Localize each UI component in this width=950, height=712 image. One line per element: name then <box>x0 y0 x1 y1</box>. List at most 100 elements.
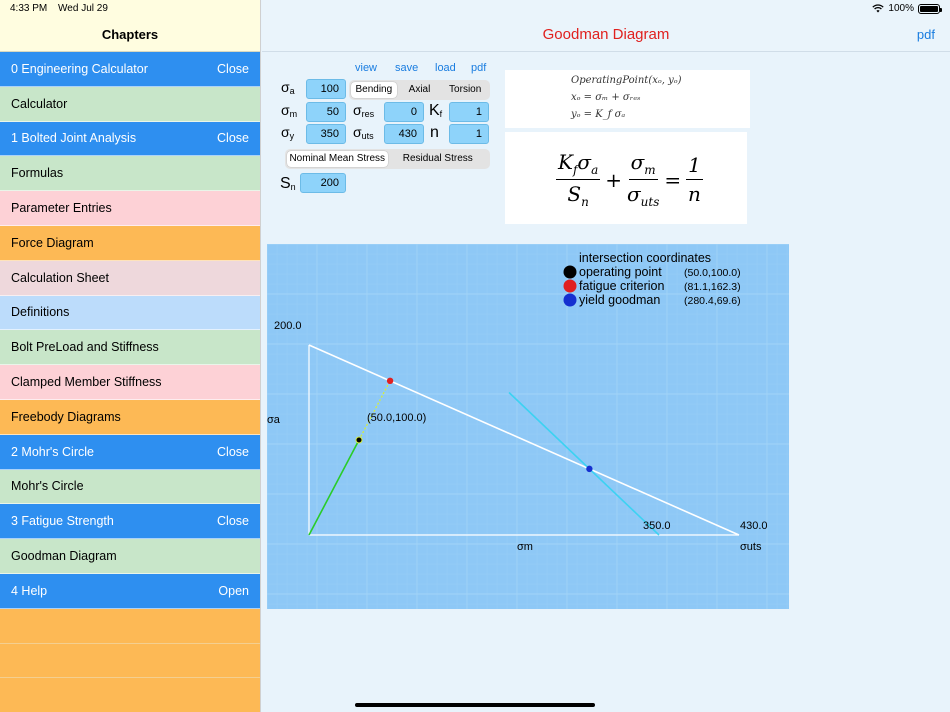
legend-coords-fatigue-criterion: (81.1,162.3) <box>684 281 741 293</box>
chapter-item-bolt-preload[interactable]: Bolt PreLoad and Stiffness <box>0 330 260 366</box>
collapse-button[interactable]: Close <box>217 131 249 145</box>
eq-symbol: σ <box>626 182 641 206</box>
wifi-icon <box>872 4 885 13</box>
n-field[interactable]: 1 <box>449 124 489 144</box>
eq-symbol: σ <box>630 150 645 174</box>
formula-line: xₒ = σₘ + σᵣₑₛ <box>571 92 641 103</box>
view-link[interactable]: view <box>355 62 377 74</box>
collapse-button[interactable]: Close <box>217 62 249 76</box>
eq-subscript: n <box>581 195 589 209</box>
sigma-res-label: σres <box>353 102 374 119</box>
chapter-item-calculator[interactable]: Calculator <box>0 86 260 122</box>
chapter-label: Formulas <box>11 166 64 181</box>
status-date: Wed Jul 29 <box>58 3 108 14</box>
chapter-label: 3 Fatigue Strength <box>11 514 114 529</box>
point-fatigue-criterion <box>386 377 394 385</box>
chapter-section-mohrs-circle[interactable]: 2 Mohr's Circle Close <box>0 434 260 470</box>
eq-symbol: K <box>558 150 573 174</box>
legend-coords-operating-point: (50.0,100.0) <box>684 267 741 279</box>
denominator: σuts <box>627 180 659 209</box>
sigma-uts-label: σuts <box>353 124 374 141</box>
point-operating-point <box>355 436 363 444</box>
torsion-segment[interactable]: Torsion <box>442 82 488 98</box>
sn-label: Sn <box>280 175 296 193</box>
symbol: K <box>429 102 440 119</box>
goodman-equation: Kfσa Sn + σm σuts = 1 n <box>505 132 747 224</box>
axial-segment[interactable]: Axial <box>397 82 443 98</box>
y-max-label: 200.0 <box>274 320 302 332</box>
chapter-label: Clamped Member Stiffness <box>11 375 162 390</box>
pdf-export-button[interactable]: pdf <box>917 27 935 42</box>
sigma-res-field[interactable]: 0 <box>384 102 424 122</box>
sigma-a-label: σa <box>281 79 295 96</box>
expand-button[interactable]: Open <box>218 584 249 598</box>
chapter-section-engineering-calculator[interactable]: 0 Engineering Calculator Close <box>0 52 260 87</box>
page-title: Goodman Diagram <box>542 26 670 43</box>
goodman-chart: 200.0 σa 350.0 430.0 σm σuts (50.0,100.0) inte… <box>267 244 789 609</box>
status-time: 4:33 PM <box>10 3 48 14</box>
fraction-sm-suts: σm σuts <box>627 150 659 209</box>
chapters-sidebar: Chapters 0 Engineering Calculator Close C… <box>0 0 261 712</box>
subscript: y <box>289 131 295 141</box>
kf-field[interactable]: 1 <box>449 102 489 122</box>
chapter-label: Calculator <box>11 96 68 111</box>
chapter-item-goodman-diagram[interactable]: Goodman Diagram <box>0 539 260 574</box>
legend-label-fatigue-criterion: fatigue criterion <box>579 279 665 293</box>
kf-label: Kf <box>429 102 442 120</box>
bending-segment[interactable]: Bending <box>351 82 397 98</box>
chapter-item-freebody-diagrams[interactable]: Freebody Diagrams <box>0 399 260 435</box>
sigma-y-label: σy <box>281 124 294 141</box>
sidebar-title: Chapters <box>101 27 159 42</box>
legend-label-operating-point: operating point <box>579 265 662 279</box>
sigma-y-field[interactable]: 350 <box>306 124 346 144</box>
legend-marker-fatigue-criterion <box>563 279 577 293</box>
residual-stress-segment[interactable]: Residual Stress <box>388 151 489 167</box>
eq-symbol: σ <box>577 150 592 174</box>
chapter-item-parameter-entries[interactable]: Parameter Entries <box>0 191 260 226</box>
x-axis-label: σm <box>517 541 533 553</box>
symbol: σ <box>281 79 290 95</box>
chapter-label: Force Diagram <box>11 235 94 250</box>
chapter-item-clamped-member[interactable]: Clamped Member Stiffness <box>0 365 260 400</box>
pdf-link[interactable]: pdf <box>471 62 486 74</box>
chapter-section-fatigue-strength[interactable]: 3 Fatigue Strength Close <box>0 504 260 540</box>
subscript: f <box>439 109 443 119</box>
chapter-label: 0 Engineering Calculator <box>11 61 148 76</box>
collapse-button[interactable]: Close <box>217 445 249 459</box>
collapse-button[interactable]: Close <box>217 514 249 528</box>
uts-label: 430.0 <box>740 520 768 532</box>
chapter-label: Goodman Diagram <box>11 549 117 564</box>
numerator: 1 <box>686 153 703 180</box>
sigma-m-field[interactable]: 50 <box>306 102 346 122</box>
save-link[interactable]: save <box>395 62 418 74</box>
sigma-uts-field[interactable]: 430 <box>384 124 424 144</box>
chapter-item-formulas[interactable]: Formulas <box>0 156 260 192</box>
symbol: σ <box>353 124 362 140</box>
chapter-list: 0 Engineering Calculator Close Calculator… <box>0 52 260 679</box>
denominator: n <box>688 182 701 206</box>
status-bar: 4:33 PM Wed Jul 29 100% <box>0 0 950 18</box>
load-link[interactable]: load <box>435 62 456 74</box>
sigma-a-field[interactable]: 100 <box>306 79 346 99</box>
symbol: σ <box>281 102 290 118</box>
numerator: σm <box>628 150 658 180</box>
chapter-label: Definitions <box>11 305 70 320</box>
chapter-item-definitions[interactable]: Definitions <box>0 295 260 331</box>
chapter-item-mohrs-circle[interactable]: Mohr's Circle <box>0 469 260 505</box>
legend-coords-yield-goodman: (280.4,69.6) <box>684 295 741 307</box>
chapter-item-calculation-sheet[interactable]: Calculation Sheet <box>0 260 260 296</box>
subscript: uts <box>361 131 374 141</box>
eq-subscript: uts <box>640 195 660 209</box>
numerator: Kfσa <box>556 150 601 180</box>
chapter-label: 2 Mohr's Circle <box>11 444 94 459</box>
chapter-label: 4 Help <box>11 583 48 598</box>
sn-field[interactable]: 200 <box>300 173 346 193</box>
empty-row <box>0 644 260 679</box>
sigma-m-label: σm <box>281 102 297 119</box>
fraction-kf-sn: Kfσa Sn <box>556 150 601 209</box>
chapter-item-force-diagram[interactable]: Force Diagram <box>0 225 260 261</box>
chapter-section-bolted-joint[interactable]: 1 Bolted Joint Analysis Close <box>0 121 260 157</box>
chapter-section-help[interactable]: 4 Help Open <box>0 573 260 609</box>
formula-line: yₒ = K_f σₐ <box>571 109 626 120</box>
nominal-mean-stress-segment[interactable]: Nominal Mean Stress <box>287 151 388 167</box>
